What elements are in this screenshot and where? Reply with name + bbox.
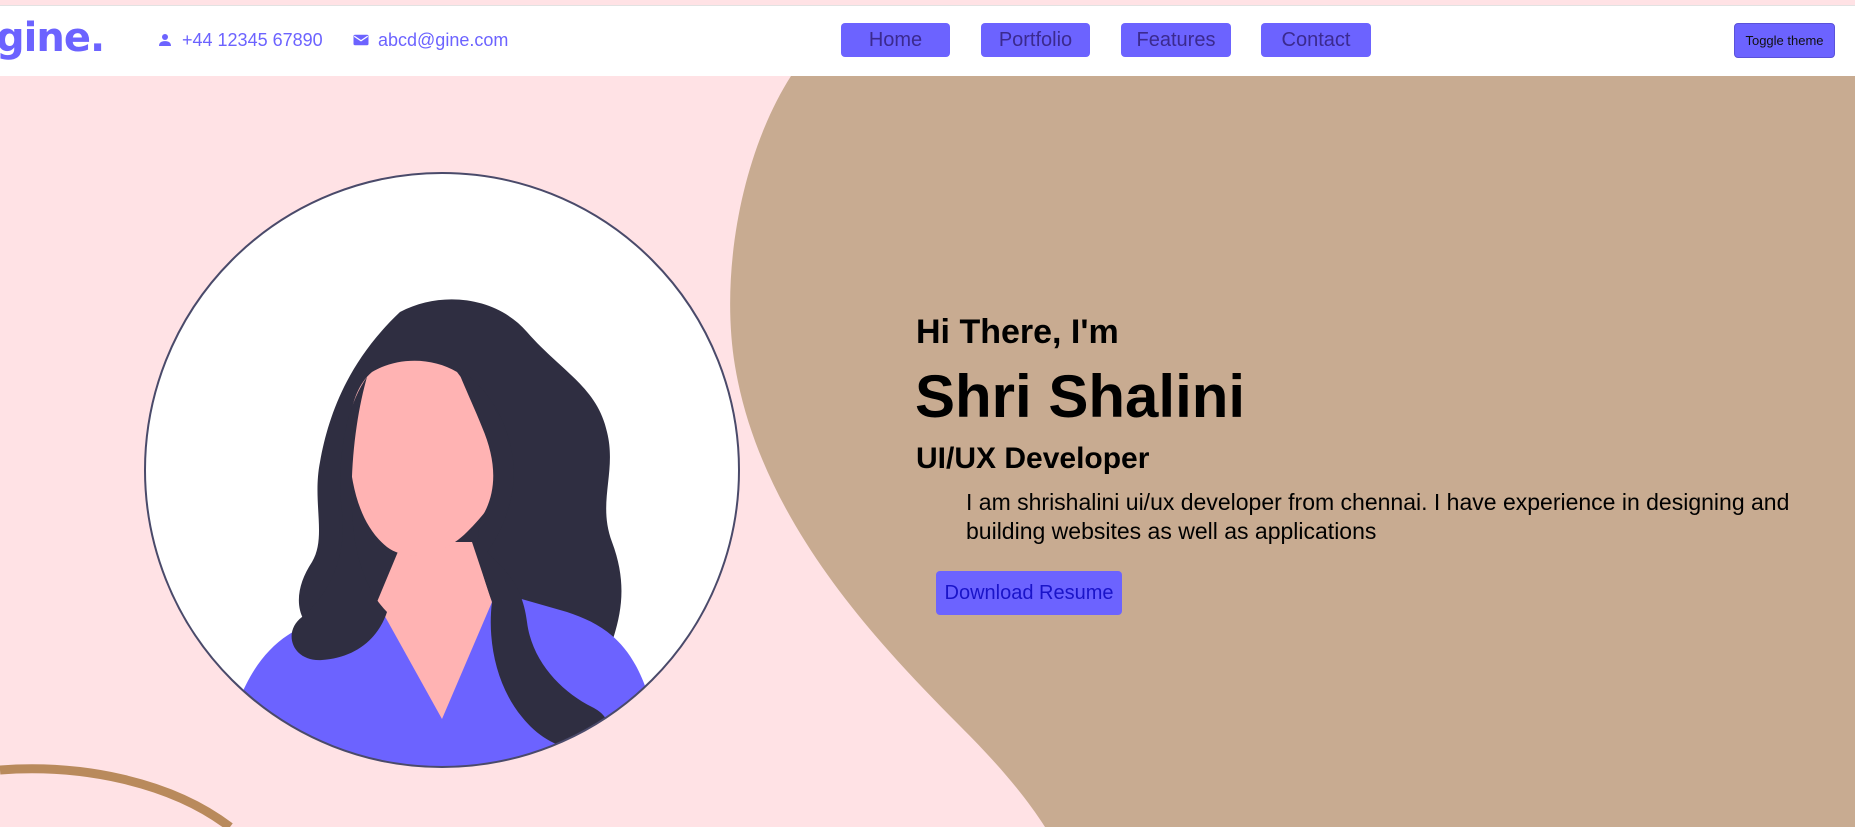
nav-home-button[interactable]: Home xyxy=(841,23,950,57)
hero-description: I am shrishalini ui/ux developer from ch… xyxy=(966,489,1790,544)
brand-logo[interactable]: gine. xyxy=(0,18,105,58)
email-address: abcd@gine.com xyxy=(378,30,509,50)
hero-role: UI/UX Developer xyxy=(916,442,1150,475)
hero-name: Shri Shalini xyxy=(915,363,1246,430)
hero-greeting: Hi There, I'm xyxy=(916,313,1119,351)
person-icon xyxy=(159,34,171,46)
contact-phone: +44 12345 67890 xyxy=(156,31,323,49)
navbar: gine. +44 12345 67890 abcd@gine.com Home… xyxy=(0,6,1855,76)
nav-portfolio-button[interactable]: Portfolio xyxy=(981,23,1090,57)
contact-email: abcd@gine.com xyxy=(352,31,508,49)
phone-number: +44 12345 67890 xyxy=(182,30,323,50)
nav-features-button[interactable]: Features xyxy=(1121,23,1231,57)
toggle-theme-button[interactable]: Toggle theme xyxy=(1734,23,1835,58)
profile-avatar xyxy=(142,172,742,772)
download-resume-button[interactable]: Download Resume xyxy=(936,571,1122,615)
nav-contact-button[interactable]: Contact xyxy=(1261,23,1371,57)
mail-icon xyxy=(353,34,369,46)
